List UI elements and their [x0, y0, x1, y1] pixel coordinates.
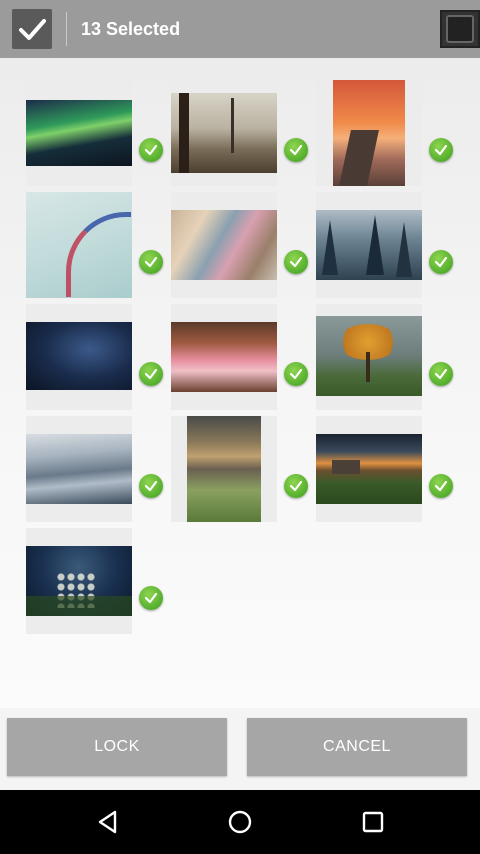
photo-thumbnail [187, 416, 261, 522]
photo-thumbnail [26, 434, 132, 504]
cancel-button[interactable]: CANCEL [247, 718, 467, 776]
photo-cell[interactable] [171, 80, 277, 186]
selected-check-icon [284, 250, 308, 274]
selected-check-icon [429, 362, 453, 386]
photo-thumbnail [171, 93, 277, 173]
checkmark-icon [19, 19, 46, 40]
photo-cell[interactable] [26, 192, 132, 298]
selection-count-title: 13 Selected [81, 19, 181, 39]
photo-thumbnail [171, 322, 277, 392]
photo-cell[interactable] [316, 192, 422, 298]
photo-thumbnail [26, 100, 132, 166]
selected-check-icon [284, 474, 308, 498]
selected-check-icon [429, 250, 453, 274]
photo-cell[interactable] [26, 528, 132, 634]
selected-check-icon [139, 362, 163, 386]
photo-cell[interactable] [26, 416, 132, 522]
recents-button[interactable] [357, 806, 389, 838]
recents-square-icon [362, 811, 384, 833]
photo-thumbnail [333, 80, 405, 186]
photo-thumbnail [26, 322, 132, 390]
selected-check-icon [429, 138, 453, 162]
divider [66, 12, 67, 46]
home-circle-icon [228, 810, 252, 834]
photo-thumbnail [316, 434, 422, 504]
lock-button[interactable]: LOCK [7, 718, 227, 776]
checkbox-icon [446, 15, 474, 43]
selected-check-icon [284, 138, 308, 162]
selected-check-icon [139, 474, 163, 498]
photo-grid [0, 58, 480, 708]
photo-cell[interactable] [171, 192, 277, 298]
photo-cell[interactable] [171, 304, 277, 410]
selected-check-icon [284, 362, 308, 386]
photo-cell[interactable] [171, 416, 277, 522]
photo-thumbnail [316, 210, 422, 280]
photo-cell[interactable] [316, 80, 422, 186]
select-all-checkbox[interactable] [440, 10, 480, 48]
system-navigation-bar [0, 790, 480, 854]
action-bar: 13 Selected [0, 0, 480, 58]
back-button[interactable] [92, 806, 124, 838]
back-triangle-icon [98, 810, 117, 834]
photo-thumbnail [171, 210, 277, 280]
photo-thumbnail [26, 546, 132, 616]
home-button[interactable] [224, 806, 256, 838]
photo-cell[interactable] [316, 416, 422, 522]
photo-thumbnail [316, 316, 422, 396]
done-button[interactable] [12, 9, 52, 49]
photo-cell[interactable] [26, 304, 132, 410]
photo-thumbnail [26, 192, 132, 298]
photo-cell[interactable] [316, 304, 422, 410]
selected-check-icon [429, 474, 453, 498]
selected-check-icon [139, 586, 163, 610]
photo-cell[interactable] [26, 80, 132, 186]
selected-check-icon [139, 250, 163, 274]
selected-check-icon [139, 138, 163, 162]
